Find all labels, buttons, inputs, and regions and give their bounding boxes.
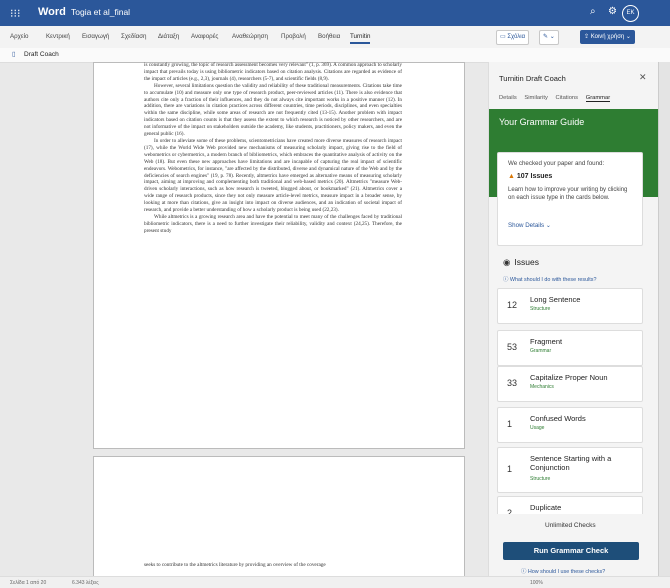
issue-category: Grammar: [530, 348, 552, 354]
document-body[interactable]: is constantly growing, the topic of rese…: [144, 62, 402, 364]
issue-category: Mechanics: [530, 384, 554, 390]
close-icon[interactable]: ✕: [639, 72, 647, 83]
draft-coach-icon: ▯: [12, 51, 16, 58]
paragraph: While altmetrics is a growing research a…: [144, 213, 402, 234]
issue-category: Structure: [530, 476, 551, 482]
summary-card: We checked your paper and found: ▲ 107 I…: [497, 152, 643, 246]
tab-insert[interactable]: Εισαγωγή: [82, 33, 109, 40]
page-count[interactable]: Σελίδα 1 από 20: [10, 580, 46, 586]
pane-footer: Unlimited Checks Run Grammar Check ⓘ How…: [489, 514, 659, 576]
issue-count: 53: [507, 342, 518, 352]
issue-label: Sentence Starting with a Conjunction: [530, 454, 612, 472]
issue-count: 12: [507, 300, 518, 310]
tab-view[interactable]: Προβολή: [281, 33, 306, 40]
grammar-guide-title: Your Grammar Guide: [499, 117, 585, 127]
share-button[interactable]: ⇪ Κοινή χρήση ⌄: [580, 30, 635, 44]
issue-label: Capitalize Proper Noun: [530, 373, 608, 382]
status-bar: Σελίδα 1 από 20 6.343 λέξεις 100%: [0, 576, 670, 588]
draft-coach-label[interactable]: Draft Coach: [24, 51, 59, 58]
summary-body: Learn how to improve your writing by cli…: [508, 187, 628, 201]
tab-references[interactable]: Αναφορές: [191, 33, 218, 40]
issues-heading: ◉ Issues: [503, 257, 539, 268]
issues-heading-text: Issues: [514, 257, 539, 267]
issue-category: Usage: [530, 425, 545, 431]
app-name: Word: [38, 6, 66, 18]
how-link-text: How should I use these checks?: [527, 569, 606, 575]
issue-card[interactable]: 12 Long Sentence Structure: [497, 288, 643, 324]
issue-card[interactable]: 1 Confused Words Usage: [497, 407, 643, 443]
what-should-i-do-link[interactable]: ⓘ What should I do with these results?: [503, 275, 597, 283]
tab-file[interactable]: Αρχείο: [10, 33, 28, 40]
run-grammar-check-button[interactable]: Run Grammar Check: [503, 542, 639, 560]
ribbon-tabs: Αρχείο Κεντρική Εισαγωγή Σχεδίαση Διάταξ…: [0, 26, 670, 49]
unlimited-checks: Unlimited Checks: [545, 522, 596, 529]
tab-details[interactable]: Details: [499, 95, 517, 101]
issues-icon: ◉: [503, 257, 511, 267]
issue-count: 1: [507, 419, 513, 429]
issue-label: Confused Words: [530, 414, 586, 423]
page-2-text: seeks to contribute to the altmetrics li…: [144, 562, 326, 568]
issue-count: 33: [507, 378, 518, 388]
document-title[interactable]: Togia et al_final: [71, 7, 130, 17]
issue-label: Fragment: [530, 337, 563, 346]
tab-similarity[interactable]: Similarity: [524, 95, 548, 101]
issues-count: ▲ 107 Issues: [508, 173, 552, 180]
tab-design[interactable]: Σχεδίαση: [121, 33, 147, 40]
side-strip: [658, 62, 670, 576]
draft-coach-bar: ▯ Draft Coach: [0, 48, 670, 63]
editing-mode-button[interactable]: ✎ ⌄: [539, 30, 559, 45]
how-to-use-link[interactable]: ⓘ How should I use these checks?: [521, 567, 605, 575]
title-bar: ⁝⁝⁝ Word Togia et al_final ⌕ ⚙ ΕΚ: [0, 0, 670, 26]
document-page-2[interactable]: [93, 456, 465, 578]
app-launcher-icon[interactable]: ⁝⁝⁝: [10, 7, 21, 20]
warning-icon: ▲: [508, 173, 515, 180]
settings-icon[interactable]: ⚙: [608, 6, 617, 17]
issue-label: Long Sentence: [530, 295, 581, 304]
issues-count-text: 107 Issues: [516, 173, 553, 180]
word-count[interactable]: 6.343 λέξεις: [72, 580, 99, 586]
paragraph: is constantly growing, the topic of rese…: [144, 62, 402, 82]
tab-grammar[interactable]: Grammar: [585, 95, 611, 102]
tab-help[interactable]: Βοήθεια: [318, 33, 340, 40]
pane-tabs: Details Similarity Citations Grammar: [499, 95, 616, 102]
issue-label: Duplicate: [530, 503, 562, 512]
issue-card[interactable]: 33 Capitalize Proper Noun Mechanics: [497, 366, 643, 402]
tab-layout[interactable]: Διάταξη: [158, 33, 179, 40]
paragraph: In order to alleviate some of these prob…: [144, 137, 402, 214]
tab-turnitin[interactable]: Turnitin: [350, 33, 371, 44]
share-label: Κοινή χρήση: [590, 34, 625, 40]
avatar[interactable]: ΕΚ: [622, 5, 639, 22]
paragraph: However, several limitations question th…: [144, 82, 402, 138]
issue-card[interactable]: 53 Fragment Grammar: [497, 330, 643, 366]
issue-count: 1: [507, 464, 513, 474]
what-link-text: What should I do with these results?: [509, 277, 597, 283]
tab-citations[interactable]: Citations: [556, 95, 579, 101]
search-icon[interactable]: ⌕: [590, 6, 596, 17]
zoom-level[interactable]: 100%: [530, 580, 543, 586]
issue-card[interactable]: 1 Sentence Starting with a Conjunction S…: [497, 447, 643, 493]
show-details-link[interactable]: Show Details ⌄: [508, 222, 551, 229]
turnitin-pane: Turnitin Draft Coach ✕ Details Similarit…: [488, 62, 659, 576]
tab-home[interactable]: Κεντρική: [46, 33, 70, 40]
tab-review[interactable]: Αναθεώρηση: [232, 33, 268, 40]
pane-title: Turnitin Draft Coach: [499, 74, 566, 83]
comments-label: Σχόλια: [507, 34, 526, 40]
summary-intro: We checked your paper and found:: [508, 160, 605, 167]
issue-category: Structure: [530, 306, 551, 312]
comments-button[interactable]: ▭ Σχόλια: [496, 30, 530, 45]
